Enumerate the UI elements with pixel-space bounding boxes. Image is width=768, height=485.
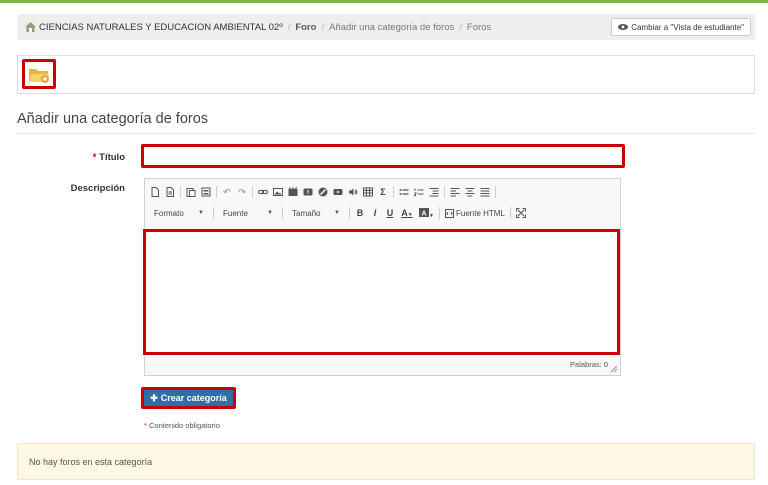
- chevron-down-icon: ▼: [334, 210, 340, 216]
- toolbar-separator: [282, 207, 283, 219]
- breadcrumb-course[interactable]: CIENCIAS NATURALES Y EDUCACION AMBIENTAL…: [25, 22, 283, 33]
- student-view-button[interactable]: Cambiar a "Vista de estudiante": [611, 18, 751, 36]
- mandatory-note: * Contenido obligatorio: [144, 421, 220, 430]
- format-dropdown[interactable]: Formato ▼: [150, 206, 208, 220]
- breadcrumb-forum[interactable]: Foro: [295, 22, 316, 33]
- size-dropdown-label: Tamaño: [292, 208, 321, 218]
- editor-toolbar-row-1: ↶ ↷ f Σ: [150, 185, 496, 199]
- toolbar-separator: [439, 207, 440, 219]
- toolbar-separator: [180, 186, 181, 198]
- bulleted-list-icon[interactable]: [399, 187, 409, 197]
- templates-icon[interactable]: [165, 187, 175, 197]
- flash-icon[interactable]: f: [303, 187, 313, 197]
- required-mark: *: [144, 421, 147, 430]
- resize-grip-icon[interactable]: [610, 365, 618, 373]
- toolbar-separator: [213, 207, 214, 219]
- breadcrumb-separator: /: [321, 21, 325, 33]
- audio-icon[interactable]: [348, 187, 358, 197]
- source-code-icon: [445, 208, 454, 218]
- title-input[interactable]: [141, 144, 625, 168]
- empty-forums-notice: No hay foros en esta categoría: [17, 443, 755, 480]
- align-left-icon[interactable]: [450, 187, 460, 197]
- breadcrumb-course-label: CIENCIAS NATURALES Y EDUCACION AMBIENTAL…: [39, 21, 283, 33]
- toolbar-separator: [349, 207, 350, 219]
- plus-icon: ✚: [150, 392, 158, 403]
- top-accent-line: [0, 0, 768, 3]
- submit-highlight: ✚ Crear categoría: [141, 387, 236, 409]
- redo-icon[interactable]: ↷: [237, 187, 247, 197]
- font-dropdown-label: Fuente: [223, 208, 248, 218]
- page-title: Añadir una categoría de foros: [17, 111, 209, 127]
- text-color-button[interactable]: A▼: [400, 208, 414, 218]
- background-color-button[interactable]: A ▼: [419, 208, 434, 219]
- required-mark: *: [92, 152, 97, 163]
- format-dropdown-label: Formato: [154, 208, 184, 218]
- size-dropdown[interactable]: Tamaño ▼: [288, 206, 344, 220]
- paste-from-word-icon[interactable]: [201, 187, 211, 197]
- home-icon: [25, 22, 36, 32]
- breadcrumb: CIENCIAS NATURALES Y EDUCACION AMBIENTAL…: [17, 14, 755, 40]
- toolbar-separator: [495, 186, 496, 198]
- breadcrumb-add-category: Añadir una categoría de foros: [329, 21, 455, 33]
- youtube-icon[interactable]: [333, 187, 343, 197]
- action-toolbar: [17, 55, 755, 94]
- toolbar-separator: [444, 186, 445, 198]
- word-count: Palabras: 0: [570, 360, 608, 369]
- editor-toolbar-row-2: Formato ▼ Fuente ▼ Tamaño ▼ B I U A▼ A ▼ …: [150, 206, 526, 220]
- toolbar-separator: [509, 207, 511, 219]
- toolbar-separator: [252, 186, 253, 198]
- eye-icon: [618, 24, 629, 30]
- breadcrumb-separator: /: [287, 21, 291, 33]
- math-formula-icon[interactable]: Σ: [378, 187, 388, 197]
- create-category-label: Crear categoría: [160, 393, 227, 403]
- italic-button[interactable]: I: [370, 208, 380, 218]
- background-color-icon: A: [419, 208, 430, 218]
- image-icon[interactable]: [273, 187, 283, 197]
- breadcrumb-separator: /: [459, 21, 462, 33]
- table-icon[interactable]: [363, 187, 373, 197]
- chevron-down-icon: ▼: [198, 210, 204, 216]
- breadcrumb-forums: Foros: [466, 21, 492, 33]
- chevron-down-icon: ▼: [267, 210, 273, 216]
- bold-button[interactable]: B: [355, 208, 365, 218]
- title-label-text: Título: [99, 152, 125, 163]
- font-dropdown[interactable]: Fuente ▼: [219, 206, 277, 220]
- toolbar-separator: [393, 186, 394, 198]
- no-entry-icon[interactable]: [318, 187, 328, 197]
- source-html-button[interactable]: Fuente HTML: [445, 208, 505, 218]
- maximize-icon[interactable]: [515, 208, 526, 218]
- editor-content-area[interactable]: [143, 229, 620, 355]
- student-view-label: Cambiar a "Vista de estudiante": [631, 22, 744, 32]
- folder-button[interactable]: [22, 59, 56, 89]
- indent-icon[interactable]: [429, 187, 439, 197]
- folder-icon: [29, 68, 49, 83]
- underline-button[interactable]: U: [385, 208, 395, 218]
- title-divider: [17, 133, 755, 134]
- numbered-list-icon[interactable]: [414, 187, 424, 197]
- link-icon[interactable]: [258, 187, 268, 197]
- align-center-icon[interactable]: [465, 187, 475, 197]
- source-html-label: Fuente HTML: [456, 208, 505, 218]
- rich-text-editor: ↶ ↷ f Σ Formato ▼ Fuente ▼ Tamaño ▼ B I …: [143, 178, 621, 376]
- paste-icon[interactable]: [186, 187, 196, 197]
- undo-icon[interactable]: ↶: [222, 187, 232, 197]
- title-label: * Título: [93, 152, 125, 163]
- mandatory-note-text: Contenido obligatorio: [149, 421, 220, 430]
- description-label: Descripción: [70, 183, 125, 194]
- justify-icon[interactable]: [480, 187, 490, 197]
- new-document-icon[interactable]: [150, 187, 160, 197]
- create-category-button[interactable]: ✚ Crear categoría: [144, 390, 233, 406]
- toolbar-separator: [216, 186, 217, 198]
- svg-text:A: A: [421, 211, 426, 218]
- video-icon[interactable]: [288, 187, 298, 197]
